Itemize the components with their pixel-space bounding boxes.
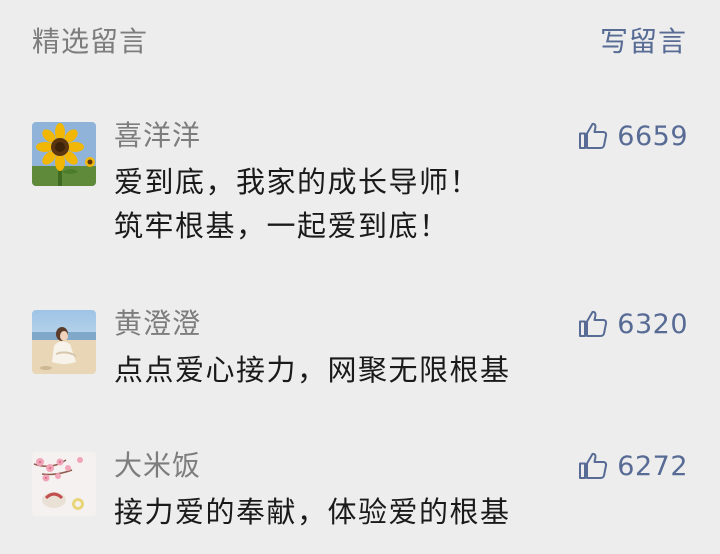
thumbs-up-icon bbox=[579, 122, 608, 149]
cherry-blossom-icon bbox=[32, 452, 96, 516]
like-count: 6320 bbox=[617, 308, 688, 340]
thumbs-up-icon bbox=[579, 310, 608, 337]
comment-nickname: 喜洋洋 bbox=[114, 119, 202, 152]
like-button[interactable]: 6320 bbox=[577, 304, 688, 344]
like-button[interactable]: 6659 bbox=[577, 116, 688, 156]
sunflower-icon bbox=[32, 122, 96, 186]
comment-line: 点点爱心接力，网聚无限根基 bbox=[114, 353, 511, 387]
like-button[interactable]: 6272 bbox=[577, 446, 688, 486]
like-count: 6272 bbox=[617, 450, 688, 482]
comment-text: 点点爱心接力，网聚无限根基 bbox=[114, 348, 511, 392]
comment-line: 筑牢根基，一起爱到底！ bbox=[114, 209, 450, 243]
thumbs-up-icon bbox=[579, 452, 608, 479]
avatar[interactable] bbox=[32, 452, 96, 516]
comment-nickname: 大米饭 bbox=[114, 449, 202, 482]
avatar[interactable] bbox=[32, 122, 96, 186]
avatar[interactable] bbox=[32, 310, 96, 374]
section-title: 精选留言 bbox=[32, 25, 149, 58]
write-comment-button[interactable]: 写留言 bbox=[600, 22, 687, 62]
like-count: 6659 bbox=[617, 120, 688, 152]
comment-line: 接力爱的奉献，体验爱的根基 bbox=[114, 495, 511, 529]
comments-header: 精选留言 写留言 bbox=[0, 0, 720, 82]
comment-nickname: 黄澄澄 bbox=[114, 307, 202, 340]
comment-text: 接力爱的奉献，体验爱的根基 bbox=[114, 490, 511, 534]
comment-text: 爱到底，我家的成长导师！ 筑牢根基，一起爱到底！ bbox=[114, 160, 480, 248]
comment-line: 爱到底，我家的成长导师！ bbox=[114, 165, 481, 199]
beach-girl-icon bbox=[32, 310, 96, 374]
